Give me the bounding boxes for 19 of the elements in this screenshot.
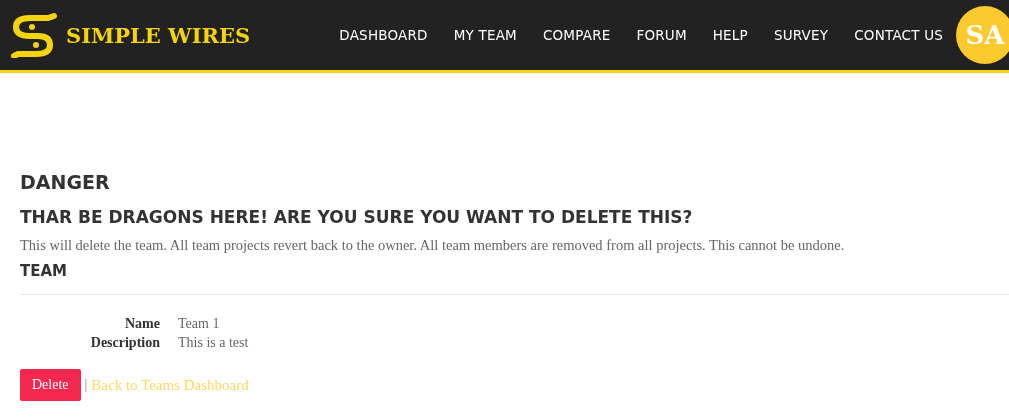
field-value: Team 1	[178, 315, 221, 333]
separator: |	[84, 377, 88, 393]
delete-button[interactable]: Delete	[20, 369, 81, 401]
section-heading: TEAM	[20, 262, 68, 280]
nav-link[interactable]: HELP	[699, 27, 761, 43]
page-title: DANGER	[20, 171, 111, 193]
nav-link[interactable]: CONTACT US	[841, 27, 956, 43]
nav-link[interactable]: SURVEY	[760, 27, 842, 43]
nav-link[interactable]: FORUM	[623, 27, 700, 43]
field-label: Description	[89, 334, 160, 352]
nav-link[interactable]: DASHBOARD	[326, 27, 441, 43]
nav-link[interactable]: MY TEAM	[440, 27, 530, 43]
field-label: Name	[124, 315, 160, 333]
warning-heading: THAR BE DRAGONS HERE! ARE YOU SURE YOU WANT TO DELETE THIS?	[20, 207, 694, 227]
field-value: This is a test	[178, 334, 250, 352]
brand-name[interactable]: SIMPLE WIRES	[66, 22, 251, 48]
wire-logo-icon	[10, 12, 58, 58]
warning-text: This will delete the team. All team projects revert back to the owner. All team members are removed from all projects. This cannot be undone.	[20, 237, 846, 254]
nav-link[interactable]: COMPARE	[529, 27, 624, 43]
